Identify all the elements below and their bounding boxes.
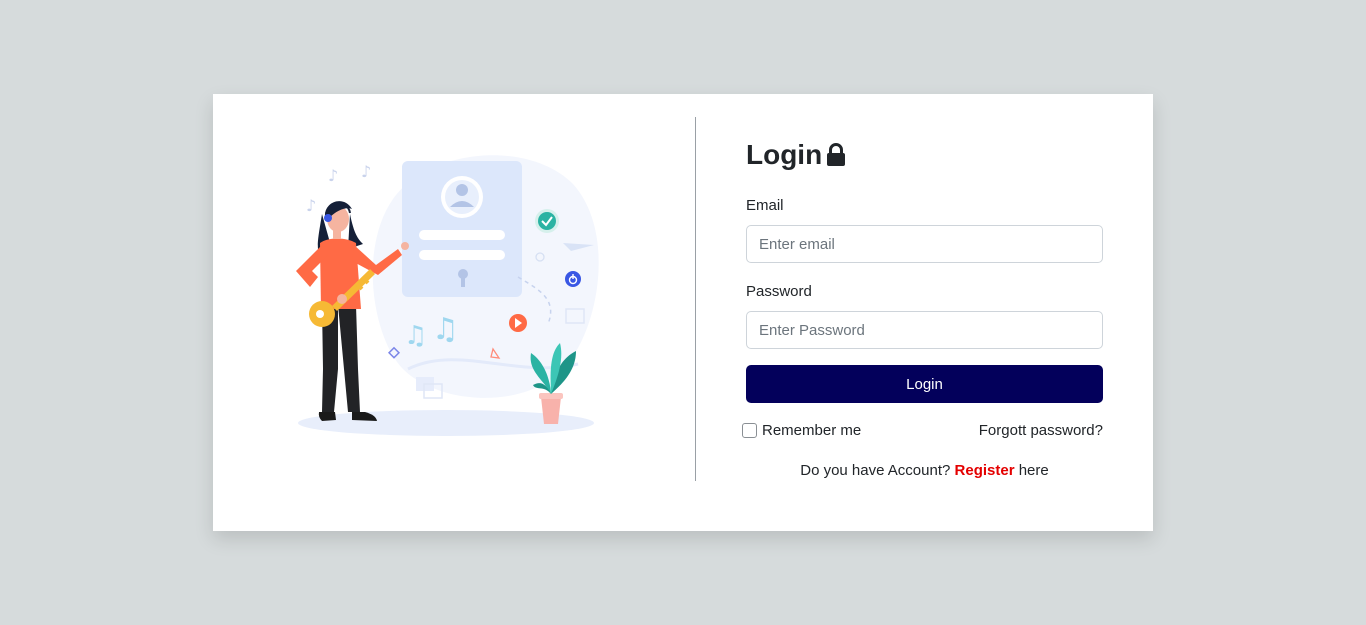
svg-text:♪: ♪ xyxy=(328,166,338,185)
login-button[interactable]: Login xyxy=(746,365,1103,403)
login-card: ♫ ♫ ♪ ♪ ♪ Login Email Enter email Passwo… xyxy=(213,94,1153,531)
login-heading: Login xyxy=(746,139,823,170)
register-link[interactable]: Register xyxy=(955,462,1015,479)
remember-me-label: Remember me xyxy=(762,422,862,439)
email-input[interactable] xyxy=(746,225,1103,263)
register-prefix: Do you have Account? xyxy=(800,462,951,479)
svg-text:♫: ♫ xyxy=(432,312,459,347)
password-input[interactable] xyxy=(746,311,1103,349)
remember-me[interactable]: Remember me xyxy=(742,422,861,439)
svg-text:♪: ♪ xyxy=(361,162,371,181)
svg-text:♪: ♪ xyxy=(306,196,316,215)
login-illustration: ♫ ♫ ♪ ♪ ♪ xyxy=(296,155,599,436)
lock-icon xyxy=(827,143,846,166)
svg-text:♫: ♫ xyxy=(404,321,427,351)
vertical-divider xyxy=(695,117,696,481)
remember-me-checkbox[interactable] xyxy=(742,423,757,438)
register-suffix: here xyxy=(1018,462,1049,479)
forgot-password-link[interactable]: Forgott password? xyxy=(979,422,1103,439)
password-label: Password xyxy=(746,283,812,300)
register-prompt: Do you have Account? Register here xyxy=(746,462,1103,479)
login-title: Login xyxy=(746,137,846,173)
email-label: Email xyxy=(746,197,784,214)
login-form: Login Email Password Login Remember me F… xyxy=(742,94,1103,531)
